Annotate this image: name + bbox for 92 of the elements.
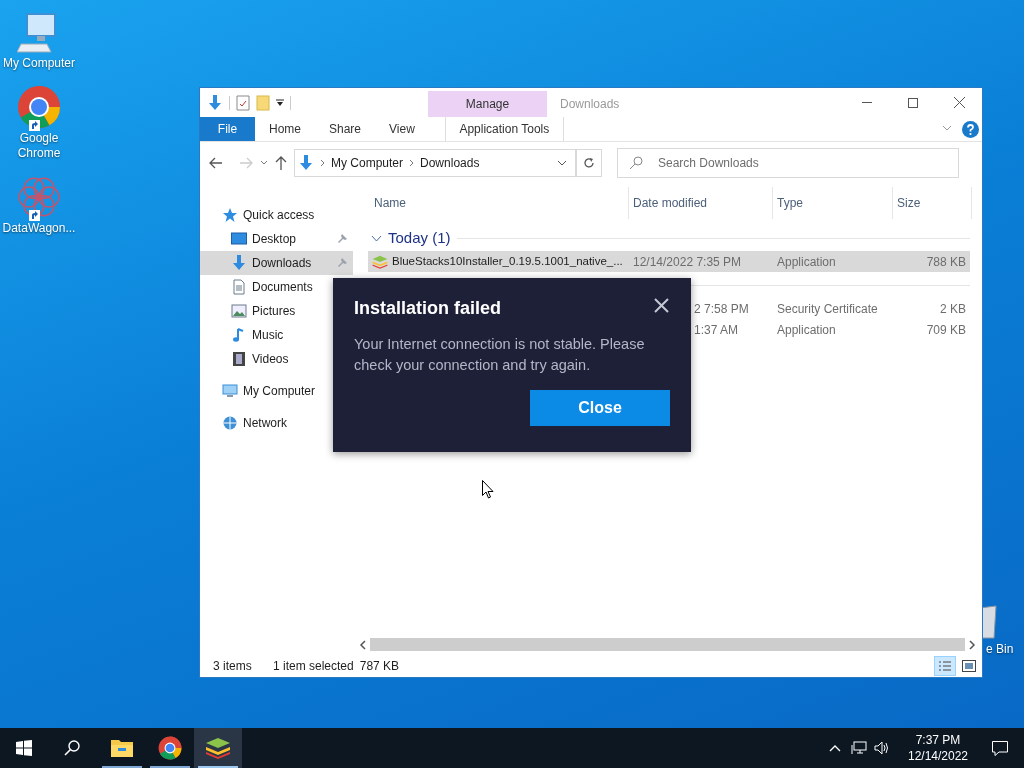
speech-bubble-icon bbox=[992, 740, 1008, 756]
chrome-icon bbox=[17, 85, 61, 129]
picture-icon bbox=[231, 303, 247, 319]
context-tab-header: Manage bbox=[428, 91, 547, 117]
sidebar-item[interactable]: Music bbox=[200, 323, 353, 347]
type-cell-text: Application bbox=[776, 321, 837, 339]
breadcrumb[interactable]: Downloads bbox=[420, 154, 480, 172]
checklist-icon[interactable] bbox=[236, 94, 250, 111]
file-row[interactable]: BlueStacks10Installer_0.19.5.1001_native_... 12/14/2022 7:35 PM Application 788 KB bbox=[368, 251, 970, 272]
chevron-right-icon[interactable] bbox=[320, 159, 325, 167]
maximize-icon bbox=[908, 97, 918, 108]
chevron-down-icon[interactable] bbox=[557, 160, 567, 166]
status-text: 1 item selected bbox=[273, 658, 354, 675]
chrome-icon bbox=[158, 736, 182, 760]
pin-icon bbox=[337, 234, 347, 244]
sidebar-item[interactable]: Documents bbox=[200, 275, 353, 299]
download-arrow-icon bbox=[298, 155, 314, 171]
sidebar-item[interactable]: Downloads bbox=[200, 251, 353, 275]
type-cell-text: Security Certificate bbox=[776, 300, 879, 318]
network-icon bbox=[222, 415, 238, 431]
computer-icon bbox=[222, 383, 238, 399]
desktop-icon-label: e Bin bbox=[986, 641, 1014, 658]
details-list-icon bbox=[938, 660, 952, 672]
download-arrow-icon bbox=[231, 255, 247, 271]
ribbon-tab[interactable]: Share bbox=[315, 117, 376, 141]
film-icon bbox=[231, 351, 247, 367]
sidebar-item[interactable]: Videos bbox=[200, 347, 353, 371]
star-icon bbox=[222, 207, 238, 223]
refresh-button[interactable] bbox=[576, 149, 602, 177]
chevron-down-icon[interactable] bbox=[371, 234, 382, 242]
desktop-icon bbox=[231, 231, 247, 247]
clock-date: 12/14/2022 bbox=[907, 748, 969, 764]
size-cell-text: 2 KB bbox=[939, 300, 967, 318]
folder-icon bbox=[110, 738, 134, 758]
back-arrow-icon[interactable] bbox=[208, 155, 224, 171]
window-title: Downloads bbox=[560, 96, 620, 113]
sidebar-item[interactable]: My Computer bbox=[200, 379, 353, 403]
document-icon bbox=[231, 279, 247, 295]
ribbon-tab[interactable]: Home bbox=[255, 117, 315, 141]
close-icon bbox=[654, 298, 669, 313]
help-icon[interactable] bbox=[962, 121, 979, 138]
size-cell-text: 788 KB bbox=[925, 253, 967, 271]
large-icons-icon bbox=[962, 660, 976, 672]
close-button[interactable] bbox=[654, 298, 669, 313]
up-arrow-icon[interactable] bbox=[274, 155, 288, 171]
sidebar-item[interactable]: Quick access bbox=[200, 203, 353, 227]
windows-logo-icon bbox=[16, 740, 32, 756]
clock-time: 7:37 PM bbox=[915, 732, 961, 748]
column-header[interactable]: Type bbox=[772, 187, 892, 219]
column-header[interactable]: Date modified bbox=[628, 187, 772, 219]
date-cell-text: 1:37 AM bbox=[694, 321, 740, 339]
size-cell-text: 709 KB bbox=[925, 321, 967, 339]
status-text: 787 KB bbox=[359, 658, 400, 675]
group-header[interactable]: Today (1) bbox=[388, 226, 451, 250]
clock[interactable]: 7:37 PM 12/14/2022 bbox=[900, 732, 976, 764]
refresh-icon bbox=[583, 157, 595, 169]
mandala-icon bbox=[17, 175, 61, 219]
dialog-message: Your Internet connection is not stable. Please check your connection and try again. bbox=[354, 335, 646, 375]
stacked-layers-icon bbox=[372, 254, 388, 269]
download-arrow-icon bbox=[207, 94, 223, 111]
stacked-layers-icon bbox=[205, 737, 231, 759]
address-bar[interactable]: My Computer Downloads bbox=[294, 149, 576, 177]
close-button[interactable]: Close bbox=[530, 390, 670, 426]
column-header[interactable]: Size bbox=[892, 187, 972, 219]
close-icon bbox=[953, 97, 965, 108]
ribbon-tab[interactable]: Application Tools bbox=[444, 117, 564, 141]
status-text: 3 items bbox=[213, 658, 253, 675]
type-cell-text: Application bbox=[776, 253, 837, 271]
breadcrumb[interactable]: My Computer bbox=[331, 154, 404, 172]
network-icon[interactable] bbox=[851, 741, 867, 755]
date-cell-text: 2 7:58 PM bbox=[694, 300, 750, 318]
sidebar-item[interactable]: Network bbox=[200, 411, 353, 435]
date-cell-text: 12/14/2022 7:35 PM bbox=[632, 253, 743, 271]
sidebar-item[interactable]: Pictures bbox=[200, 299, 353, 323]
ribbon-tab[interactable]: View bbox=[375, 117, 429, 141]
search-icon bbox=[629, 156, 643, 170]
dropdown-arrow-icon[interactable] bbox=[276, 98, 284, 107]
minimize-icon bbox=[862, 102, 872, 103]
taskbar-app[interactable] bbox=[194, 728, 242, 768]
chevron-right-icon[interactable] bbox=[409, 159, 415, 167]
chevron-up-icon[interactable] bbox=[829, 744, 841, 752]
ribbon-tab[interactable]: File bbox=[200, 117, 255, 141]
search-icon bbox=[64, 740, 80, 756]
speaker-icon[interactable] bbox=[874, 741, 890, 755]
mouse-pointer-icon bbox=[482, 480, 494, 499]
column-header[interactable]: Name bbox=[370, 187, 628, 219]
file-name: BlueStacks10Installer_0.19.5.1001_native_... bbox=[392, 253, 623, 269]
dialog-title: Installation failed bbox=[354, 297, 503, 320]
sidebar-item[interactable]: Desktop bbox=[200, 227, 353, 251]
chevron-down-icon[interactable] bbox=[260, 160, 268, 166]
search-field[interactable]: Search Downloads bbox=[617, 148, 959, 178]
pin-icon bbox=[337, 258, 347, 268]
